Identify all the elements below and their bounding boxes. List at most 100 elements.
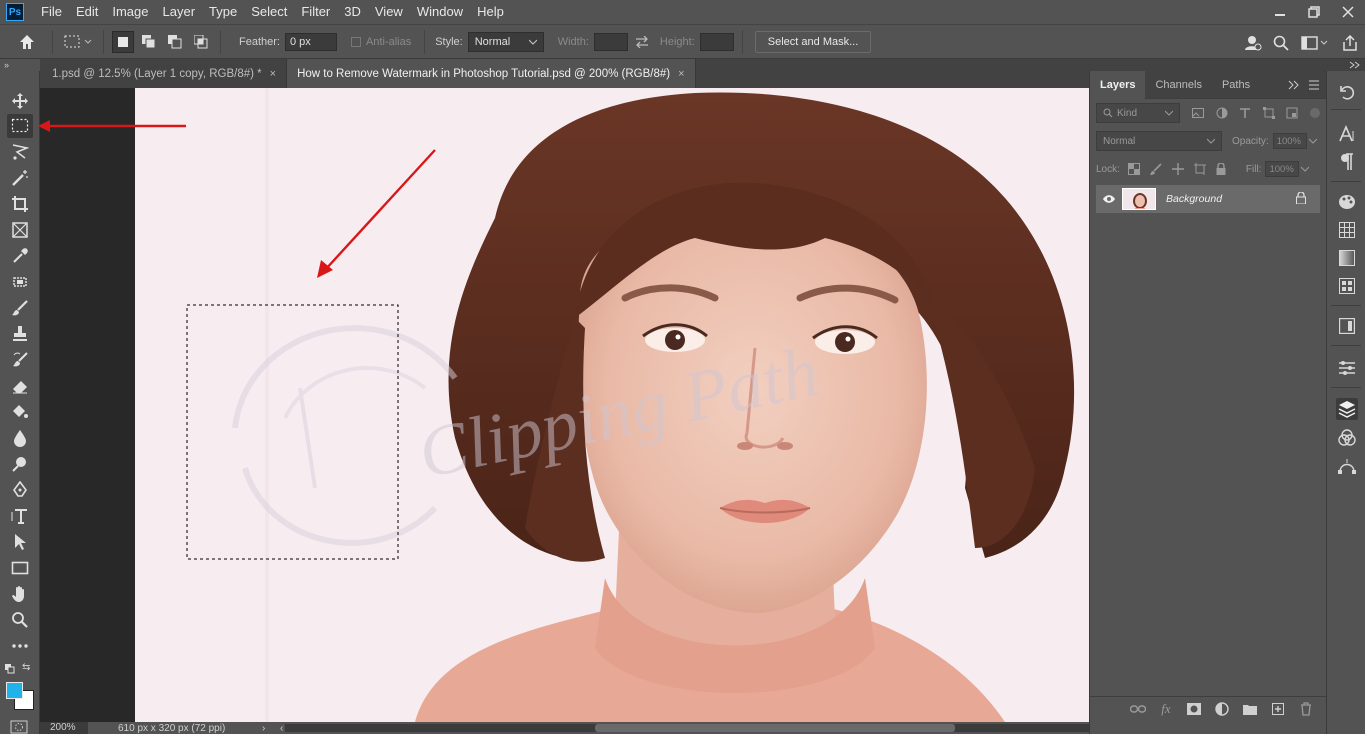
more-tools-button[interactable] — [7, 634, 33, 658]
tab-paths[interactable]: Paths — [1212, 71, 1260, 99]
eyedropper-tool[interactable] — [7, 244, 33, 268]
history-brush-tool[interactable] — [7, 348, 33, 372]
quick-mask-icon[interactable] — [10, 720, 28, 734]
lock-icon[interactable] — [1296, 192, 1306, 204]
paths-panel-button[interactable] — [1336, 455, 1358, 477]
clone-stamp-tool[interactable] — [7, 322, 33, 346]
filter-kind-select[interactable]: Kind — [1096, 103, 1181, 123]
width-input[interactable] — [593, 32, 628, 51]
height-input[interactable] — [699, 32, 734, 51]
type-tool[interactable] — [7, 504, 33, 528]
character-panel-button[interactable] — [1336, 123, 1358, 145]
color-panel-button[interactable] — [1336, 191, 1358, 213]
panel-menu-icon[interactable] — [1308, 80, 1320, 90]
tab-close-icon[interactable]: × — [270, 68, 276, 80]
filter-toggle[interactable] — [1310, 108, 1321, 118]
move-tool[interactable] — [7, 89, 33, 113]
paint-bucket-tool[interactable] — [7, 400, 33, 424]
frame-tool[interactable] — [7, 218, 33, 242]
share-button[interactable] — [1335, 34, 1365, 51]
restore-button[interactable] — [1297, 0, 1331, 24]
menu-layer[interactable]: Layer — [156, 0, 203, 24]
expand-panels-icon[interactable] — [1288, 80, 1300, 90]
paragraph-panel-button[interactable] — [1336, 151, 1358, 173]
document-canvas[interactable]: Clipping Path — [135, 88, 1089, 722]
swatches-panel-button[interactable] — [1336, 219, 1358, 241]
style-select[interactable]: Normal — [467, 31, 544, 52]
hand-tool[interactable] — [7, 582, 33, 606]
menu-file[interactable]: File — [34, 0, 69, 24]
crop-tool[interactable] — [7, 192, 33, 216]
antialias-checkbox[interactable] — [350, 36, 361, 47]
tool-preset-picker[interactable] — [61, 30, 95, 54]
chevron-down-icon[interactable] — [1301, 166, 1310, 172]
horizontal-scrollbar[interactable] — [285, 724, 1089, 732]
dodge-tool[interactable] — [7, 452, 33, 476]
search-button[interactable] — [1267, 35, 1295, 51]
lasso-tool[interactable] — [7, 140, 33, 164]
tab-1-psd[interactable]: 1.psd @ 12.5% (Layer 1 copy, RGB/8#) * × — [40, 59, 288, 88]
new-layer-button[interactable] — [1269, 700, 1287, 718]
filter-type-button[interactable] — [1236, 103, 1256, 123]
menu-image[interactable]: Image — [105, 0, 155, 24]
feather-input[interactable]: 0 px — [284, 32, 337, 51]
layer-visibility-toggle[interactable] — [1096, 185, 1122, 213]
filter-adjustment-button[interactable] — [1212, 103, 1232, 123]
path-selection-tool[interactable] — [7, 530, 33, 554]
subtract-selection-button[interactable] — [164, 31, 186, 53]
document-info[interactable]: 610 px x 320 px (72 ppi) — [118, 723, 225, 734]
add-mask-button[interactable] — [1185, 700, 1203, 718]
foreground-color-swatch[interactable] — [6, 682, 23, 699]
tab-close-icon[interactable]: × — [678, 68, 684, 80]
default-colors-icon[interactable] — [5, 664, 15, 674]
healing-brush-tool[interactable] — [7, 270, 33, 294]
link-layers-button[interactable] — [1129, 700, 1147, 718]
fill-input[interactable]: 100% — [1265, 161, 1300, 177]
libraries-panel-button[interactable] — [1336, 315, 1358, 337]
status-arrow-icon[interactable]: › — [262, 723, 265, 734]
channels-panel-button[interactable] — [1336, 427, 1358, 449]
blur-tool[interactable] — [7, 426, 33, 450]
menu-type[interactable]: Type — [202, 0, 244, 24]
marquee-tool[interactable] — [7, 114, 33, 138]
magic-wand-tool[interactable] — [7, 166, 33, 190]
layer-row-background[interactable]: Background — [1096, 185, 1320, 213]
filter-pixel-button[interactable] — [1188, 103, 1208, 123]
blend-mode-select[interactable]: Normal — [1096, 131, 1222, 151]
intersect-selection-button[interactable] — [190, 31, 212, 53]
add-selection-button[interactable] — [138, 31, 160, 53]
pen-tool[interactable] — [7, 478, 33, 502]
lock-all-icon[interactable] — [1216, 163, 1226, 175]
new-group-button[interactable] — [1241, 700, 1259, 718]
menu-select[interactable]: Select — [244, 0, 294, 24]
close-window-button[interactable] — [1331, 0, 1365, 24]
tab-layers[interactable]: Layers — [1090, 70, 1146, 99]
delete-layer-button[interactable] — [1297, 700, 1315, 718]
menu-view[interactable]: View — [368, 0, 410, 24]
menu-edit[interactable]: Edit — [69, 0, 105, 24]
menu-window[interactable]: Window — [410, 0, 470, 24]
patterns-panel-button[interactable] — [1336, 275, 1358, 297]
gradients-panel-button[interactable] — [1336, 247, 1358, 269]
new-adjustment-layer-button[interactable] — [1213, 700, 1231, 718]
history-panel-button[interactable] — [1336, 81, 1358, 103]
minimize-button[interactable] — [1263, 0, 1297, 24]
new-selection-button[interactable] — [112, 30, 134, 53]
filter-smart-object-button[interactable] — [1283, 103, 1303, 123]
panel-header-grip[interactable] — [1089, 59, 1365, 71]
eraser-tool[interactable] — [7, 374, 33, 398]
share-user-button[interactable] — [1239, 34, 1267, 52]
menu-help[interactable]: Help — [470, 0, 511, 24]
chevron-down-icon[interactable] — [1308, 138, 1317, 144]
tab-watermark-tutorial[interactable]: How to Remove Watermark in Photoshop Tut… — [287, 59, 696, 88]
swap-dimensions-button[interactable] — [628, 35, 656, 48]
scroll-left-icon[interactable]: ‹ — [280, 723, 283, 734]
canvas-area[interactable]: Clipping Path — [40, 88, 1089, 722]
home-button[interactable] — [10, 27, 44, 57]
opacity-input[interactable]: 100% — [1272, 133, 1307, 149]
tab-channels[interactable]: Channels — [1145, 71, 1211, 99]
select-and-mask-button[interactable]: Select and Mask... — [754, 30, 872, 53]
lock-artboard-icon[interactable] — [1193, 163, 1206, 175]
toolbar-collapse[interactable]: » — [0, 59, 40, 71]
zoom-level[interactable]: 200% — [40, 722, 88, 734]
